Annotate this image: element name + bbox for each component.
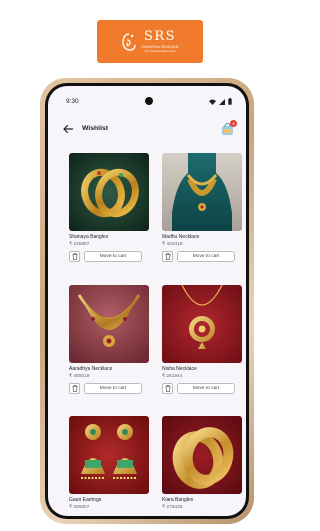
product-image[interactable] bbox=[69, 416, 149, 494]
move-to-cart-button[interactable]: Move to cart bbox=[177, 383, 235, 394]
product-actions: Move to cart bbox=[162, 251, 242, 262]
app-bar: Wishlist 4 bbox=[48, 118, 246, 140]
trash-icon bbox=[165, 385, 170, 392]
app-screen: 9:30 Wishlist 4 Shanaya Bangles ₹ 245987… bbox=[48, 86, 246, 516]
signal-icon bbox=[219, 98, 225, 105]
product-image[interactable] bbox=[69, 153, 149, 231]
product-card[interactable]: Kiara Bangles ₹ 275425 bbox=[162, 416, 242, 510]
product-actions: Move to cart bbox=[69, 251, 149, 262]
product-actions: Move to cart bbox=[162, 383, 242, 394]
wifi-icon bbox=[209, 99, 216, 105]
product-name: Nisha Necklace bbox=[162, 366, 197, 372]
product-price: ₹ 245987 bbox=[69, 242, 90, 247]
trash-icon bbox=[72, 253, 77, 260]
product-price: ₹ 485019 bbox=[69, 374, 90, 379]
brand-name: SRS bbox=[143, 29, 177, 44]
product-name: Madhu Necklace bbox=[162, 234, 200, 240]
srs-mark-icon bbox=[122, 32, 136, 51]
status-time: 9:30 bbox=[66, 98, 79, 105]
product-price: ₹ 261944 bbox=[162, 374, 183, 379]
delete-button[interactable] bbox=[162, 251, 173, 262]
cart-count-badge: 4 bbox=[230, 120, 237, 127]
trash-icon bbox=[72, 385, 77, 392]
page-title: Wishlist bbox=[82, 125, 108, 132]
product-name: Shanaya Bangles bbox=[69, 234, 109, 240]
battery-icon bbox=[228, 98, 232, 105]
product-image[interactable] bbox=[162, 416, 242, 494]
move-to-cart-button[interactable]: Move to cart bbox=[177, 251, 235, 262]
brand-tagline: Your trusted jewellers since bbox=[144, 50, 176, 53]
product-price: ₹ 289307 bbox=[69, 505, 90, 510]
status-bar: 9:30 bbox=[48, 86, 246, 108]
product-image[interactable] bbox=[162, 153, 242, 231]
move-to-cart-button[interactable]: Move to cart bbox=[84, 251, 142, 262]
delete-button[interactable] bbox=[69, 251, 80, 262]
product-image[interactable] bbox=[69, 285, 149, 363]
delete-button[interactable] bbox=[162, 383, 173, 394]
product-card[interactable]: Gauri Earrings ₹ 289307 bbox=[69, 416, 149, 510]
status-icons bbox=[209, 98, 232, 105]
delete-button[interactable] bbox=[69, 383, 80, 394]
product-price: ₹ 275425 bbox=[162, 505, 183, 510]
product-card[interactable]: Nisha Necklace ₹ 261944 Move to cart bbox=[162, 285, 242, 394]
product-card[interactable]: Shanaya Bangles ₹ 245987 Move to cart bbox=[69, 153, 149, 262]
move-to-cart-button[interactable]: Move to cart bbox=[84, 383, 142, 394]
back-arrow-icon[interactable] bbox=[62, 123, 74, 135]
phone-frame: 9:30 Wishlist 4 Shanaya Bangles ₹ 245987… bbox=[40, 78, 254, 524]
brand-subtitle: SWARNA BHAVAN bbox=[141, 45, 179, 49]
front-camera bbox=[145, 97, 153, 105]
brand-logo: SRS SWARNA BHAVAN Your trusted jewellers… bbox=[97, 20, 203, 63]
trash-icon bbox=[165, 253, 170, 260]
product-price: ₹ 420419 bbox=[162, 242, 183, 247]
product-name: Kiara Bangles bbox=[162, 497, 194, 503]
product-name: Aaradhya Necklace bbox=[69, 366, 113, 372]
product-image[interactable] bbox=[162, 285, 242, 363]
phone-bezel: 9:30 Wishlist 4 Shanaya Bangles ₹ 245987… bbox=[45, 83, 249, 519]
product-card[interactable]: Madhu Necklace ₹ 420419 Move to cart bbox=[162, 153, 242, 262]
product-actions: Move to cart bbox=[69, 383, 149, 394]
product-name: Gauri Earrings bbox=[69, 497, 102, 503]
product-card[interactable]: Aaradhya Necklace ₹ 485019 Move to cart bbox=[69, 285, 149, 394]
